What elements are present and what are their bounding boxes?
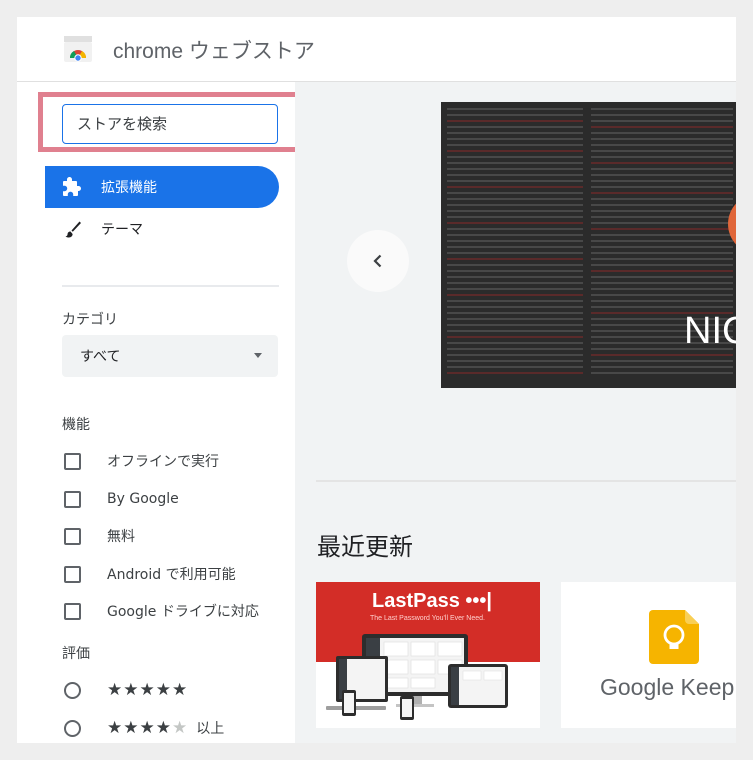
checkbox[interactable]	[64, 452, 81, 470]
caret-down-icon	[254, 353, 262, 358]
sidebar: 拡張機能 テーマ カテゴリ すべて 機能 オフラインで実行 By Google	[17, 82, 295, 743]
feature-label: Android で利用可能	[107, 567, 236, 583]
rating-suffix: 以上	[196, 721, 225, 737]
brush-icon	[63, 219, 83, 239]
feature-android[interactable]: Android で利用可能	[64, 562, 236, 586]
feature-free[interactable]: 無料	[64, 524, 135, 548]
category-heading: カテゴリ	[62, 312, 118, 328]
lastpass-logo: LastPass •••|	[372, 590, 492, 612]
featured-banner[interactable]: NIC	[441, 102, 736, 388]
lightbulb-icon	[649, 610, 699, 664]
nav-item-extensions[interactable]: 拡張機能	[45, 166, 279, 208]
devices-illustration	[326, 634, 508, 720]
features-heading: 機能	[62, 417, 90, 433]
app-card-lastpass[interactable]: LastPass •••| The Last Password You'll E…	[316, 582, 540, 728]
chrome-web-store-icon[interactable]	[61, 32, 95, 66]
rating-4-stars[interactable]: ★★★★★ 以上	[64, 716, 224, 740]
main-content: NIC 最近更新 LastPass •••| The Last Password…	[295, 82, 736, 743]
radio-button[interactable]	[64, 681, 81, 699]
banner-label: NIC	[684, 310, 736, 352]
checkbox[interactable]	[64, 565, 81, 583]
feature-label: オフラインで実行	[107, 454, 219, 470]
app-card-google-keep[interactable]: Google Keep	[561, 582, 736, 728]
keep-label: Google Keep	[600, 674, 735, 700]
store-header: chrome ウェブストア	[17, 17, 736, 82]
chevron-left-icon	[373, 254, 382, 268]
feature-offline[interactable]: オフラインで実行	[64, 449, 219, 473]
carousel-prev-button[interactable]	[347, 230, 409, 292]
feature-by-google[interactable]: By Google	[64, 487, 179, 511]
category-dropdown[interactable]: すべて	[62, 335, 278, 377]
checkbox[interactable]	[64, 527, 81, 545]
browser-window: chrome ウェブストア 拡張機能 テーマ カテゴリ すべて 機能	[17, 17, 736, 743]
radio-button[interactable]	[64, 719, 81, 737]
feature-google-drive[interactable]: Google ドライブに対応	[64, 599, 259, 623]
lastpass-tagline: The Last Password You'll Ever Need.	[370, 615, 485, 622]
category-selected: すべて	[80, 349, 121, 365]
nav-label-extensions: 拡張機能	[101, 180, 157, 196]
star-rating-4: ★★★★★	[107, 718, 189, 738]
app-title[interactable]: chrome ウェブストア	[113, 35, 315, 65]
star-rating-5: ★★★★★	[107, 680, 189, 700]
feature-label: 無料	[107, 529, 135, 545]
nav-item-themes[interactable]: テーマ	[45, 208, 279, 250]
rating-heading: 評価	[62, 646, 90, 662]
nav-label-themes: テーマ	[101, 222, 143, 238]
rating-5-stars[interactable]: ★★★★★	[64, 678, 188, 702]
sidebar-divider	[62, 285, 279, 287]
search-input[interactable]	[62, 104, 278, 144]
section-title: 最近更新	[317, 533, 413, 561]
feature-label: Google ドライブに対応	[107, 604, 259, 620]
banner-text-column	[447, 108, 583, 378]
main-divider	[316, 480, 736, 482]
checkbox[interactable]	[64, 602, 81, 620]
checkbox[interactable]	[64, 490, 81, 508]
feature-label: By Google	[107, 491, 179, 507]
puzzle-icon	[63, 177, 83, 197]
